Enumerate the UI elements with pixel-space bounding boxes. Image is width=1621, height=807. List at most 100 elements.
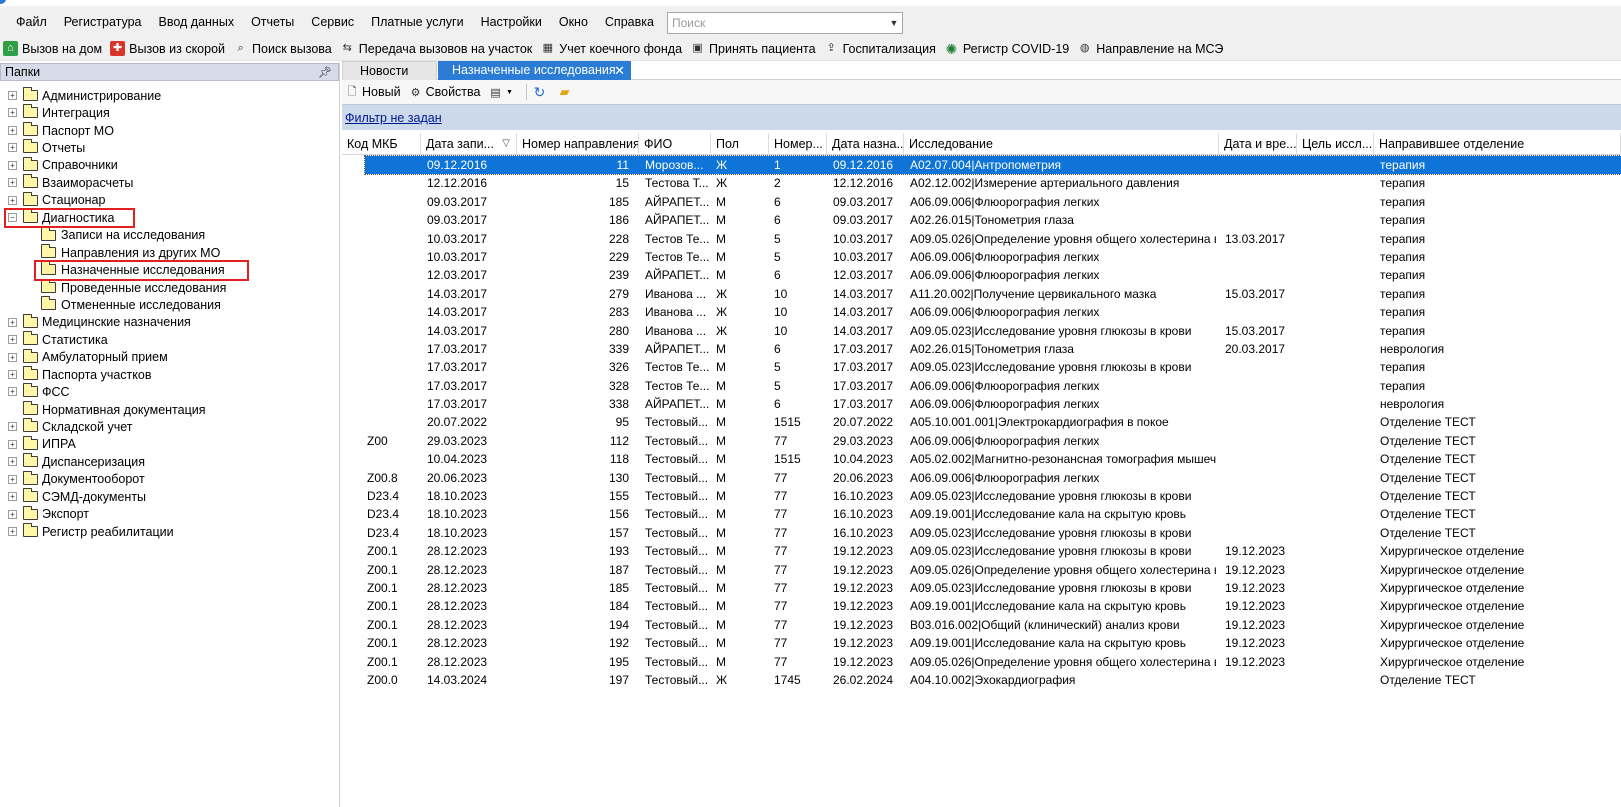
tree-item[interactable]: Записи на исследования xyxy=(0,226,339,244)
filter-link[interactable]: Фильтр не задан xyxy=(345,111,442,125)
column-header[interactable]: Номер направления xyxy=(517,133,639,155)
table-row[interactable]: Z00.1 28.12.2023 192 Тестовый... М 77 19.12.20… xyxy=(342,634,1621,652)
new-button[interactable]: 🗋 Новый xyxy=(345,85,401,99)
tree-item[interactable]: + Администрирование xyxy=(0,87,339,104)
menu-item[interactable]: Сервис xyxy=(303,7,363,37)
menu-item[interactable]: Ввод данных xyxy=(151,7,244,37)
column-header[interactable]: Код МКБ xyxy=(342,133,421,155)
expand-icon[interactable]: + xyxy=(8,195,17,205)
menu-item[interactable]: Настройки xyxy=(473,7,551,37)
table-row[interactable]: 17.03.2017 339 АЙРАПЕТ... М 6 17.03.2017 A02.2… xyxy=(342,340,1621,358)
tree-item[interactable]: Проведенные исследования xyxy=(0,278,339,296)
toolbar-button[interactable]: ▣ Принять пациента xyxy=(687,38,821,60)
column-header[interactable]: Пол xyxy=(711,133,769,155)
chevron-down-icon[interactable]: ▼ xyxy=(886,13,902,33)
tree-item[interactable]: + ФСС xyxy=(0,383,339,400)
menu-item[interactable]: Справка xyxy=(597,7,663,37)
table-row[interactable]: 09.03.2017 186 АЙРАПЕТ... М 6 09.03.2017 A02.2… xyxy=(342,211,1621,229)
table-row[interactable]: Z00.1 28.12.2023 194 Тестовый... М 77 19.12.20… xyxy=(342,616,1621,634)
tree-item[interactable]: + Амбулаторный прием xyxy=(0,348,339,366)
tab-news[interactable]: Новости xyxy=(342,61,437,80)
tree-item[interactable]: + Справочники xyxy=(0,156,339,174)
tree-item[interactable]: + Паспорта участков xyxy=(0,366,339,383)
expand-icon[interactable]: + xyxy=(8,474,17,484)
tree-item[interactable]: + Документооборот xyxy=(0,470,339,488)
expand-icon[interactable]: + xyxy=(8,91,17,100)
expand-icon[interactable]: + xyxy=(8,387,17,397)
expand-icon[interactable]: + xyxy=(8,317,17,327)
expand-icon[interactable]: + xyxy=(8,492,17,502)
table-row[interactable]: Z00.1 28.12.2023 184 Тестовый... М 77 19.12.20… xyxy=(342,597,1621,615)
expand-icon[interactable]: + xyxy=(8,526,17,536)
tree-item[interactable]: Нормативная документация xyxy=(0,400,339,418)
menu-item[interactable]: Отчеты xyxy=(243,7,303,37)
tree-item[interactable]: + Диспансеризация xyxy=(0,453,339,470)
table-row[interactable]: 17.03.2017 326 Тестов Те... М 5 17.03.2017 A09… xyxy=(342,358,1621,376)
toolbar-button[interactable]: ⌕ Поиск вызова xyxy=(230,38,337,60)
pin-icon[interactable]: 📌︎ xyxy=(318,66,332,79)
column-header[interactable]: Исследование xyxy=(904,133,1219,155)
toolbar-button[interactable]: ▦ Учет коечного фонда xyxy=(537,38,687,60)
expand-icon[interactable]: + xyxy=(8,178,17,188)
expand-icon[interactable]: + xyxy=(8,422,17,432)
tree-item[interactable]: + СЭМД-документы xyxy=(0,488,339,505)
table-row[interactable]: 10.03.2017 229 Тестов Те... М 5 10.03.2017 A06… xyxy=(342,248,1621,266)
tree-item[interactable]: + Экспорт xyxy=(0,505,339,523)
tree-item[interactable]: Отмененные исследования xyxy=(0,296,339,313)
toolbar-button[interactable]: ◍ Направление на МСЭ xyxy=(1074,38,1228,60)
expand-icon[interactable]: + xyxy=(8,457,17,467)
table-row[interactable]: 09.12.2016 11 Морозов... Ж 1 09.12.2016 A02.07… xyxy=(342,154,1621,176)
toolbar-button[interactable]: ✺ Регистр COVID-19 xyxy=(941,38,1074,60)
tree-item[interactable]: + Стационар xyxy=(0,191,339,209)
tree-item[interactable]: Направления из других МО xyxy=(0,243,339,261)
table-row[interactable]: Z00.1 28.12.2023 185 Тестовый... М 77 19.12.20… xyxy=(342,579,1621,597)
tree-item[interactable]: + Складской учет xyxy=(0,418,339,435)
print-button[interactable]: ▤ ▼ xyxy=(488,85,516,99)
table-row[interactable]: Z00.1 28.12.2023 187 Тестовый... М 77 19.12.20… xyxy=(342,561,1621,579)
search-box[interactable]: ▼ xyxy=(667,12,903,34)
table-row[interactable]: D23.4 18.10.2023 157 Тестовый... М 77 16.10.20… xyxy=(342,524,1621,542)
menu-item[interactable]: Регистратура xyxy=(56,7,151,37)
menu-item[interactable]: Платные услуги xyxy=(363,7,472,37)
expand-icon[interactable]: + xyxy=(8,335,17,345)
tree-item[interactable]: + Регистр реабилитации xyxy=(0,522,339,540)
table-row[interactable]: D23.4 18.10.2023 156 Тестовый... М 77 16.10.20… xyxy=(342,505,1621,523)
toolbar-button[interactable]: ⇪ Госпитализация xyxy=(821,38,941,60)
table-row[interactable]: 12.12.2016 15 Тестова Т... Ж 2 12.12.2016 A02.… xyxy=(342,174,1621,192)
expand-icon[interactable]: + xyxy=(8,439,17,449)
table-row[interactable]: Z00.8 20.06.2023 130 Тестовый... М 77 20.06.20… xyxy=(342,469,1621,487)
properties-button[interactable]: ⚙ Свойства xyxy=(409,85,481,99)
expand-icon[interactable]: + xyxy=(8,370,17,379)
table-row[interactable]: Z00.0 14.03.2024 197 Тестовый... Ж 1745 26.02.… xyxy=(342,671,1621,689)
table-row[interactable]: 17.03.2017 328 Тестов Те... М 5 17.03.2017 A06… xyxy=(342,377,1621,395)
column-header[interactable]: Дата назна... xyxy=(827,133,904,155)
menu-item[interactable]: Окно xyxy=(551,7,597,37)
column-header[interactable]: Дата запи... ▽ xyxy=(421,133,517,155)
table-row[interactable]: 10.04.2023 118 Тестовый... М 1515 10.04.2023 A… xyxy=(342,450,1621,468)
folder-action-button[interactable]: ▰ xyxy=(557,84,574,99)
table-row[interactable]: 14.03.2017 280 Иванова ... Ж 10 14.03.2017 A09… xyxy=(342,322,1621,340)
table-row[interactable]: 20.07.2022 95 Тестовый... М 1515 20.07.2022 A0… xyxy=(342,413,1621,431)
expand-icon[interactable]: + xyxy=(8,125,17,135)
column-header[interactable]: Дата и вре... xyxy=(1219,133,1297,155)
tree-item[interactable]: + Статистика xyxy=(0,331,339,348)
search-input[interactable] xyxy=(668,13,886,33)
tab-assigned-studies[interactable]: Назначенные исследования ✕ xyxy=(438,61,631,80)
column-header[interactable]: Цель иссл... xyxy=(1297,133,1374,155)
table-row[interactable]: 10.03.2017 228 Тестов Те... М 5 10.03.2017 A09… xyxy=(342,230,1621,248)
close-icon[interactable]: ✕ xyxy=(614,61,625,80)
table-row[interactable]: Z00.1 28.12.2023 193 Тестовый... М 77 19.12.20… xyxy=(342,542,1621,560)
toolbar-button[interactable]: ⇆ Передача вызовов на участок xyxy=(337,38,538,60)
tree-item[interactable]: + ИПРА xyxy=(0,435,339,453)
tree-item[interactable]: + Медицинские назначения xyxy=(0,313,339,331)
column-header[interactable]: Направившее отделение xyxy=(1374,133,1621,155)
toolbar-button[interactable]: ⌂ Вызов на дом xyxy=(0,38,107,60)
expand-icon[interactable]: + xyxy=(8,352,17,362)
table-row[interactable]: D23.4 18.10.2023 155 Тестовый... М 77 16.10.20… xyxy=(342,487,1621,505)
table-row[interactable]: 12.03.2017 239 АЙРАПЕТ... М 6 12.03.2017 A06.0… xyxy=(342,266,1621,284)
sort-desc-icon[interactable]: ▽ xyxy=(502,133,510,155)
column-header[interactable]: ФИО xyxy=(639,133,711,155)
table-row[interactable]: 14.03.2017 283 Иванова ... Ж 10 14.03.2017 A06… xyxy=(342,303,1621,321)
menu-item[interactable]: Файл xyxy=(0,7,56,37)
tree-item[interactable]: + Взаиморасчеты xyxy=(0,174,339,191)
